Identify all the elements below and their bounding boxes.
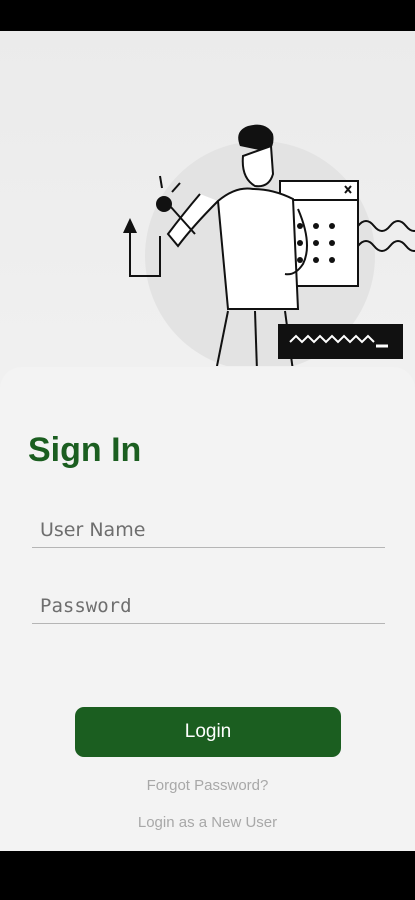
password-input[interactable] <box>32 588 385 624</box>
terminal-bar <box>278 324 403 359</box>
sign-in-screen: Sign In Login Forgot Password? Login as … <box>0 31 415 851</box>
new-user-login-link[interactable]: Login as a New User <box>0 814 415 831</box>
status-bar <box>0 0 415 31</box>
person-clicking-illustration <box>123 124 415 366</box>
forgot-password-link[interactable]: Forgot Password? <box>0 777 415 794</box>
sign-in-card: Sign In Login Forgot Password? Login as … <box>0 367 415 851</box>
page-title: Sign In <box>28 431 142 469</box>
username-input[interactable] <box>32 512 385 548</box>
login-button[interactable]: Login <box>75 707 341 757</box>
navigation-bar <box>0 851 415 900</box>
